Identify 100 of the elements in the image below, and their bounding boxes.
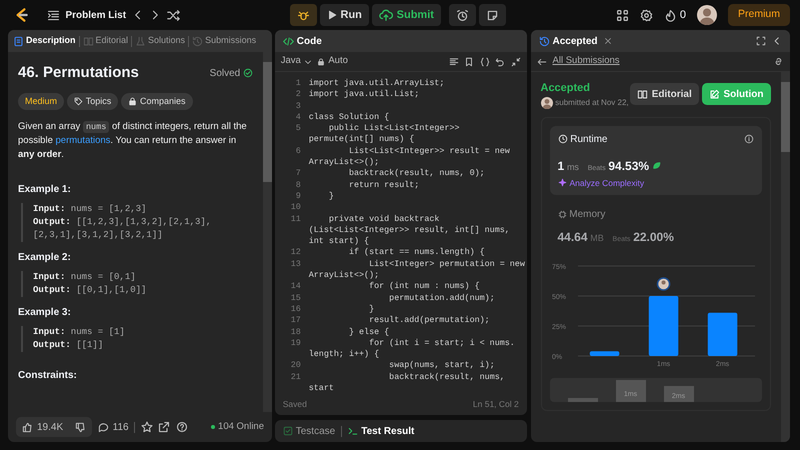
tab[interactable]: Solutions <box>135 34 186 48</box>
editorial-button[interactable]: Editorial <box>630 83 699 106</box>
braces-icon[interactable] <box>480 56 490 66</box>
code-line: swap(nums, start, i); <box>388 360 496 372</box>
topics-tag[interactable]: Topics <box>66 92 118 110</box>
cloud-upload-icon <box>378 8 393 22</box>
line-number: 9 <box>294 190 302 202</box>
example-heading: Example 3: <box>18 306 72 320</box>
checkbox-icon <box>282 426 293 436</box>
comments-button[interactable]: 116 <box>98 420 129 434</box>
line-number: 8 <box>294 180 302 191</box>
line-number: 19 <box>290 338 302 350</box>
tab[interactable]: Test Result <box>348 424 414 438</box>
chevron-down-icon <box>304 58 312 66</box>
edit-icon <box>708 88 720 100</box>
runtime-label: Runtime <box>570 132 608 146</box>
comment-icon <box>98 422 109 432</box>
note-button[interactable] <box>478 4 506 26</box>
online-count: 104 Online <box>211 420 264 434</box>
note-icon <box>486 8 499 22</box>
line-number: 18 <box>290 326 302 338</box>
thumbs-down-icon <box>75 422 86 432</box>
play-icon <box>326 10 337 20</box>
share-icon[interactable] <box>158 421 170 433</box>
all-submissions-link[interactable]: All Submissions <box>536 54 620 69</box>
streak-counter[interactable]: 0 <box>664 6 686 24</box>
submission-date: submitted at Nov 22, <box>555 96 629 108</box>
line-number: 14 <box>290 281 302 293</box>
line-number: 11 <box>290 214 302 226</box>
code-line: import java.util.ArrayList; <box>308 78 446 90</box>
analyze-complexity-button[interactable]: Analyze Complexity <box>558 176 644 190</box>
runtime-unit: ms <box>566 160 579 174</box>
example-heading: Example 2: <box>18 251 72 265</box>
example-line: Output: [[1]] <box>33 339 104 352</box>
premium-button[interactable]: Premium <box>728 4 790 26</box>
terminal-icon <box>348 426 358 436</box>
example-line: Input: nums = [0,1] <box>33 271 137 284</box>
info-icon[interactable] <box>744 134 754 144</box>
tab[interactable]: Description <box>13 34 76 48</box>
submit-button[interactable]: Submit <box>372 4 441 26</box>
tab[interactable]: Testcase <box>282 424 336 438</box>
format-icon[interactable] <box>448 56 459 66</box>
example-line: Output: [[0,1],[1,0]] <box>33 284 148 297</box>
code-line: } else { <box>348 326 390 338</box>
settings-icon[interactable] <box>640 8 654 22</box>
help-icon[interactable] <box>176 421 188 433</box>
user-avatar <box>697 5 717 25</box>
code-line: import java.util.List; <box>308 89 420 101</box>
tag-icon <box>74 96 83 106</box>
difficulty-tag[interactable]: Medium <box>18 92 64 110</box>
leaf-icon <box>652 160 661 170</box>
tab[interactable]: Editorial <box>82 34 128 48</box>
scrollbar[interactable] <box>263 52 272 412</box>
line-number: 3 <box>294 100 302 112</box>
bookmark-icon[interactable] <box>464 56 474 66</box>
permutations-link[interactable]: permutations <box>56 135 110 146</box>
thumbs-up-icon <box>22 422 33 432</box>
code-line: for (int num : nums) { <box>368 281 481 293</box>
close-icon[interactable] <box>604 37 612 45</box>
run-button[interactable]: Run <box>320 4 369 26</box>
collapse-icon[interactable] <box>510 56 521 66</box>
line-number: 4 <box>294 112 302 124</box>
code-line: permutation.add(num); <box>388 292 496 304</box>
line-number: 17 <box>290 315 302 327</box>
example-line: Output: [[1,2,3],[1,3,2],[2,1,3],[2,3,1],[3,1,2],[3,2,1]] <box>33 216 212 242</box>
code-line: return result; <box>348 180 420 191</box>
accepted-status: Accepted <box>540 81 592 96</box>
chevron-left-icon[interactable] <box>772 36 782 46</box>
code-tab[interactable]: Code <box>282 34 322 48</box>
grid-icon[interactable] <box>616 8 630 22</box>
bar[interactable] <box>648 296 678 356</box>
alarm-clock-icon <box>456 8 470 22</box>
star-icon[interactable] <box>140 421 153 433</box>
shuffle-icon[interactable] <box>166 8 180 22</box>
line-number: 12 <box>290 247 302 259</box>
line-number: 1 <box>294 78 302 90</box>
sparkle-icon <box>558 178 566 188</box>
alarm-clock-button[interactable] <box>449 4 476 26</box>
language-dropdown[interactable]: Java <box>280 54 312 69</box>
bar[interactable] <box>589 351 619 356</box>
tab[interactable]: Submissions <box>192 34 256 48</box>
bar[interactable] <box>707 313 737 356</box>
code-line: List<List<Integer>> result = new ArrayList<>(); <box>308 146 511 168</box>
overview-bar <box>568 398 598 402</box>
fullscreen-icon[interactable] <box>756 36 766 46</box>
companies-tag[interactable]: Companies <box>121 92 193 110</box>
scrollbar[interactable] <box>780 72 790 442</box>
undo-icon[interactable] <box>495 56 506 66</box>
example-heading: Example 1: <box>18 183 72 197</box>
arrow-left-icon <box>536 56 546 66</box>
auto-mode-label: Auto <box>317 54 348 69</box>
link-icon[interactable] <box>772 56 784 67</box>
memory-beats: 22.00% <box>633 229 674 246</box>
code-line: public List<List<Integer>> permute(int[] nums) { <box>308 123 461 146</box>
debug-button[interactable] <box>290 4 317 26</box>
problem-list-button[interactable]: Problem List <box>46 8 126 22</box>
memory-label: Memory <box>569 208 606 222</box>
list-icon <box>46 8 60 22</box>
accepted-tab[interactable]: Accepted <box>538 34 598 48</box>
code-line: class Solution { <box>308 112 390 124</box>
